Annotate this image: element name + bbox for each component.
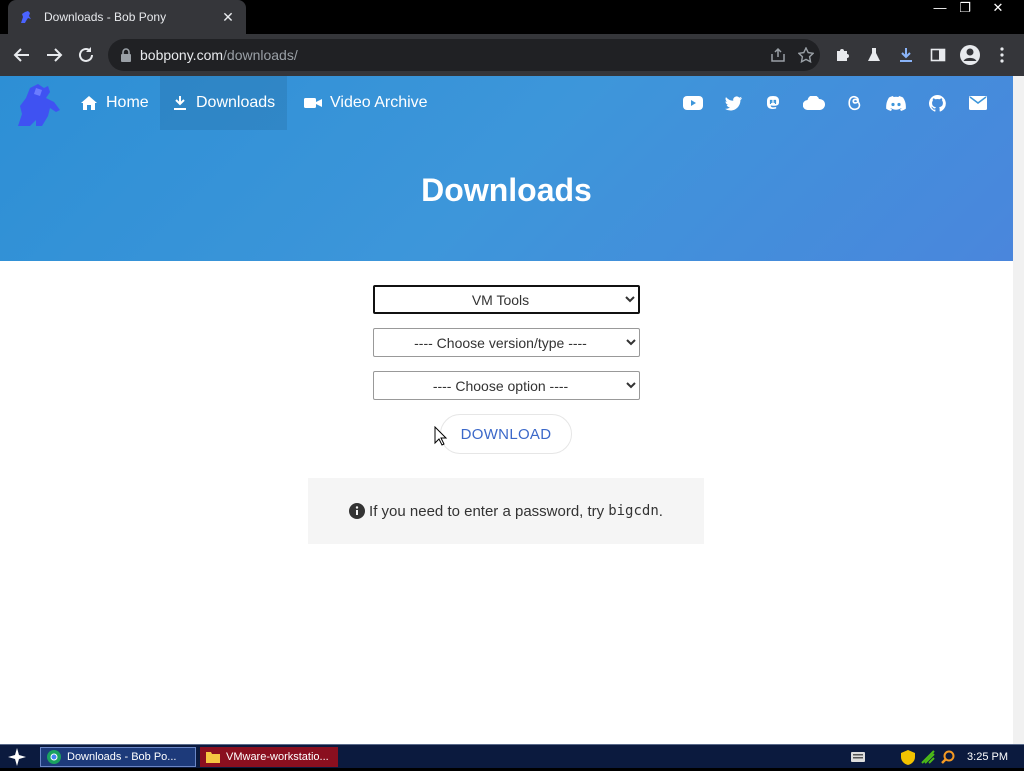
- download-button[interactable]: DOWNLOAD: [440, 414, 572, 454]
- reload-icon: [79, 47, 93, 62]
- mastodon-icon: [767, 96, 779, 109]
- mouse-cursor-icon: [434, 426, 448, 446]
- search-icon[interactable]: [941, 750, 955, 764]
- side-panel-button[interactable]: [922, 39, 954, 71]
- start-button[interactable]: [6, 747, 28, 767]
- twitter-link[interactable]: [722, 92, 746, 114]
- threads-icon: [848, 95, 861, 111]
- tab-title: Downloads - Bob Pony: [44, 10, 167, 24]
- folder-icon: [206, 752, 220, 763]
- password-notice: If you need to enter a password, try big…: [308, 478, 704, 544]
- page-viewport: Home Downloads Video Archive Downloads V…: [0, 76, 1024, 744]
- cloud-icon: [803, 96, 825, 110]
- discord-icon: [886, 95, 906, 111]
- bookmark-star-icon[interactable]: [798, 47, 814, 63]
- address-bar[interactable]: bobpony.com/downloads/: [108, 39, 820, 71]
- taskbar-item-label: Downloads - Bob Po...: [67, 751, 177, 763]
- taskbar-item-browser[interactable]: Downloads - Bob Po...: [40, 747, 196, 767]
- shield-icon[interactable]: [901, 749, 916, 765]
- url-path: /downloads/: [223, 47, 298, 63]
- browser-toolbar: bobpony.com/downloads/: [0, 34, 1024, 76]
- start-star-icon: [8, 748, 26, 766]
- extensions-button[interactable]: [826, 39, 858, 71]
- chrome-icon: [47, 750, 61, 764]
- nav-downloads[interactable]: Downloads: [160, 76, 288, 130]
- browser-tab[interactable]: Downloads - Bob Pony ✕: [8, 0, 246, 34]
- minimize-button[interactable]: —: [928, 0, 952, 18]
- hero-banner: Home Downloads Video Archive Downloads: [0, 76, 1013, 261]
- page-title: Downloads: [421, 172, 592, 208]
- puzzle-icon: [837, 49, 849, 61]
- discord-link[interactable]: [884, 92, 908, 114]
- nav-video-archive[interactable]: Video Archive: [292, 76, 440, 130]
- page-scrollbar[interactable]: [1013, 76, 1024, 744]
- labs-button[interactable]: [858, 39, 890, 71]
- site-navbar: Home Downloads Video Archive: [0, 76, 1013, 130]
- taskbar-item-label: VMware-workstatio...: [226, 751, 329, 763]
- downloads-toolbar-button[interactable]: [890, 39, 922, 71]
- info-circle-icon: [349, 503, 366, 519]
- download-icon: [174, 96, 186, 110]
- mastodon-link[interactable]: [761, 92, 785, 114]
- restore-button[interactable]: ❐: [953, 0, 977, 18]
- reload-button[interactable]: [70, 39, 102, 71]
- arrow-right-icon: [47, 48, 63, 62]
- system-tray: 3:25 PM: [851, 745, 1024, 769]
- bobpony-favicon-icon: [21, 11, 31, 23]
- os-taskbar: Downloads - Bob Po... VMware-workstatio.…: [0, 744, 1024, 768]
- share-icon[interactable]: [770, 47, 786, 63]
- browser-tab-bar: Downloads - Bob Pony ✕ — ❐ ✕: [0, 0, 1024, 34]
- forward-button[interactable]: [38, 39, 70, 71]
- profile-button[interactable]: [954, 39, 986, 71]
- notice-text: If you need to enter a password, try: [369, 502, 605, 520]
- nav-video-archive-label: Video Archive: [330, 94, 428, 111]
- side-panel-icon: [930, 48, 946, 62]
- more-vertical-icon: [1000, 47, 1004, 63]
- notice-suffix: .: [658, 502, 663, 520]
- email-link[interactable]: [966, 92, 990, 114]
- back-button[interactable]: [6, 39, 38, 71]
- lock-icon: [121, 48, 131, 62]
- home-icon: [81, 96, 97, 110]
- tab-close-icon[interactable]: ✕: [220, 9, 236, 26]
- github-link[interactable]: [925, 92, 949, 114]
- url-host: bobpony.com: [140, 47, 224, 63]
- menu-button[interactable]: [986, 39, 1018, 71]
- youtube-link[interactable]: [681, 92, 705, 114]
- nav-home[interactable]: Home: [68, 76, 161, 130]
- keyboard-icon[interactable]: [851, 752, 866, 762]
- notice-password: bigcdn: [608, 503, 659, 519]
- download-icon: [900, 48, 912, 62]
- cloud-link[interactable]: [802, 92, 826, 114]
- email-icon: [969, 96, 987, 110]
- close-window-button[interactable]: ✕: [986, 0, 1010, 18]
- category-select[interactable]: VM Tools: [373, 285, 640, 314]
- twitter-icon: [725, 95, 742, 110]
- bobpony-logo-icon[interactable]: [14, 80, 64, 128]
- video-camera-icon: [304, 98, 322, 108]
- youtube-icon: [683, 96, 703, 110]
- github-icon: [928, 94, 946, 112]
- profile-avatar-icon: [960, 45, 980, 65]
- version-type-select[interactable]: ---- Choose version/type ----: [373, 328, 640, 357]
- network-icon[interactable]: [921, 750, 935, 764]
- arrow-left-icon: [13, 48, 29, 62]
- taskbar-clock: 3:25 PM: [967, 751, 1008, 763]
- option-select[interactable]: ---- Choose option ----: [373, 371, 640, 400]
- nav-downloads-label: Downloads: [196, 94, 276, 111]
- flask-icon: [868, 48, 880, 61]
- nav-home-label: Home: [106, 94, 149, 111]
- taskbar-item-installer[interactable]: VMware-workstatio...: [200, 747, 338, 767]
- threads-link[interactable]: [843, 92, 867, 114]
